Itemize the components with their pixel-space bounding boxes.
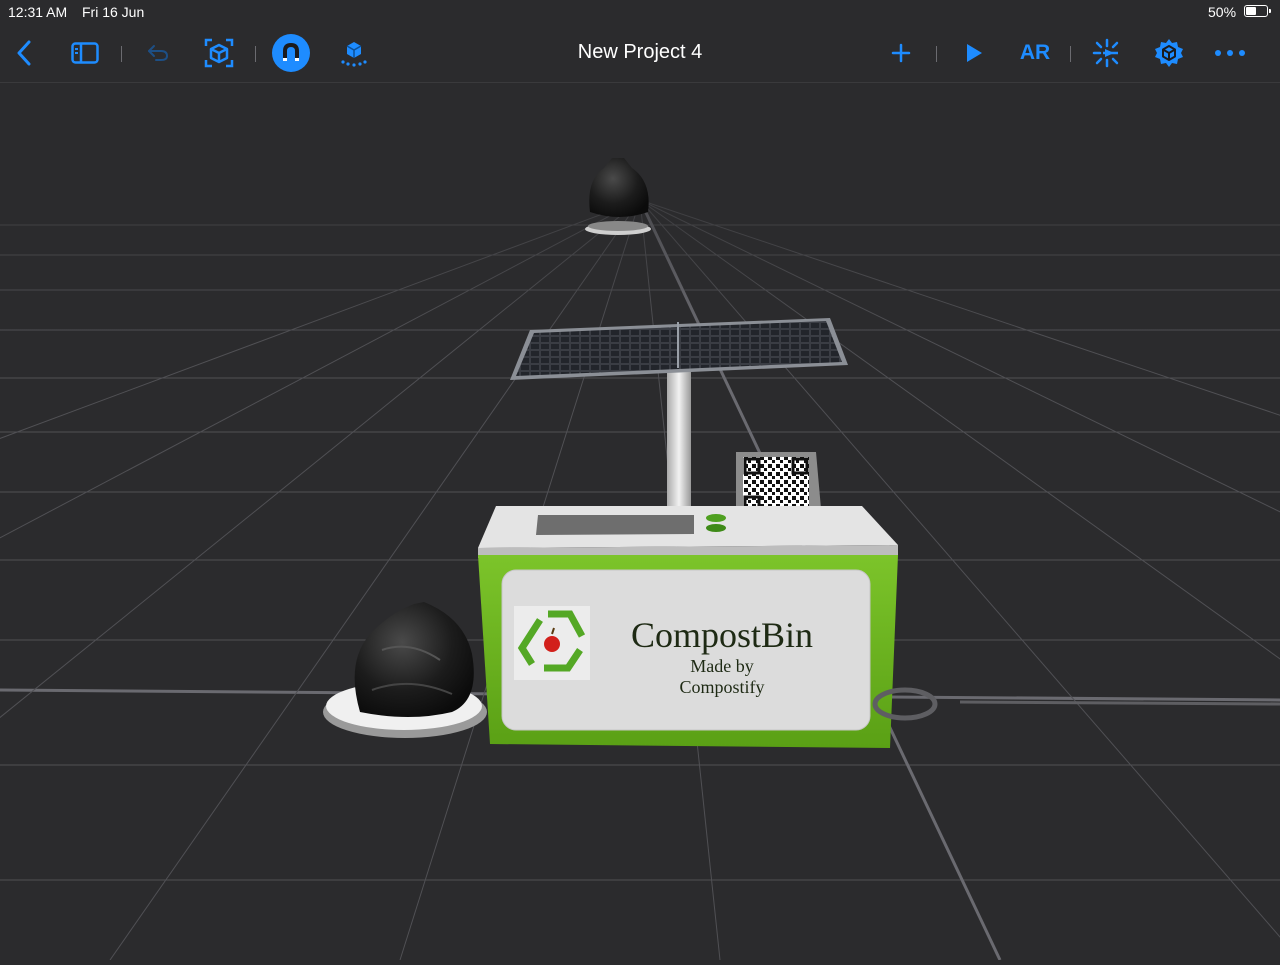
trash-bag-on-plate bbox=[323, 602, 487, 738]
battery-percent: 50% bbox=[1208, 4, 1237, 20]
bin-brand-title: CompostBin bbox=[630, 615, 814, 655]
scene-anchor-button[interactable] bbox=[337, 24, 371, 82]
scene-objects-button[interactable] bbox=[201, 24, 237, 82]
status-date: Fri 16 Jun bbox=[82, 4, 145, 20]
status-bar: 12:31 AM Fri 16 Jun 50% bbox=[0, 0, 1280, 24]
bin-made-by-text: Made by bbox=[690, 656, 754, 676]
settings-gear-icon bbox=[1155, 39, 1183, 67]
more-button[interactable] bbox=[1212, 24, 1248, 82]
sidebar-toggle-button[interactable] bbox=[68, 24, 102, 82]
toolbar-separator bbox=[255, 46, 256, 62]
3d-viewport[interactable]: CompostBin Made by Compostify bbox=[0, 0, 1280, 961]
add-button[interactable] bbox=[887, 24, 915, 82]
behaviors-button[interactable] bbox=[1090, 24, 1124, 82]
toolbar-separator bbox=[1070, 46, 1071, 62]
back-chevron-icon bbox=[17, 40, 31, 66]
scene-canvas[interactable] bbox=[0, 0, 1280, 961]
ar-icon: AR bbox=[1019, 41, 1051, 64]
more-icon bbox=[1215, 50, 1245, 56]
play-button[interactable] bbox=[961, 24, 987, 82]
project-title[interactable]: New Project 4 bbox=[440, 41, 840, 64]
ar-button[interactable]: AR bbox=[1015, 24, 1055, 82]
battery-icon bbox=[1244, 5, 1271, 17]
status-time: 12:31 AM bbox=[8, 4, 68, 20]
scene-icon bbox=[341, 42, 367, 67]
snap-toggle-button[interactable] bbox=[271, 24, 311, 82]
undo-icon bbox=[148, 45, 169, 61]
scene-objects-icon bbox=[204, 38, 234, 68]
sidebar-icon bbox=[71, 42, 99, 64]
add-icon bbox=[891, 43, 911, 63]
back-button[interactable] bbox=[10, 24, 38, 82]
snap-magnet-icon bbox=[272, 34, 310, 72]
editor-toolbar: New Project 4 AR bbox=[0, 24, 1280, 83]
bin-company-text: Compostify bbox=[679, 677, 765, 697]
toolbar-separator bbox=[936, 46, 937, 62]
play-icon bbox=[967, 44, 982, 62]
properties-button[interactable] bbox=[1152, 24, 1186, 82]
undo-button[interactable] bbox=[144, 24, 172, 82]
behaviors-icon bbox=[1092, 38, 1119, 68]
toolbar-separator bbox=[121, 46, 122, 62]
